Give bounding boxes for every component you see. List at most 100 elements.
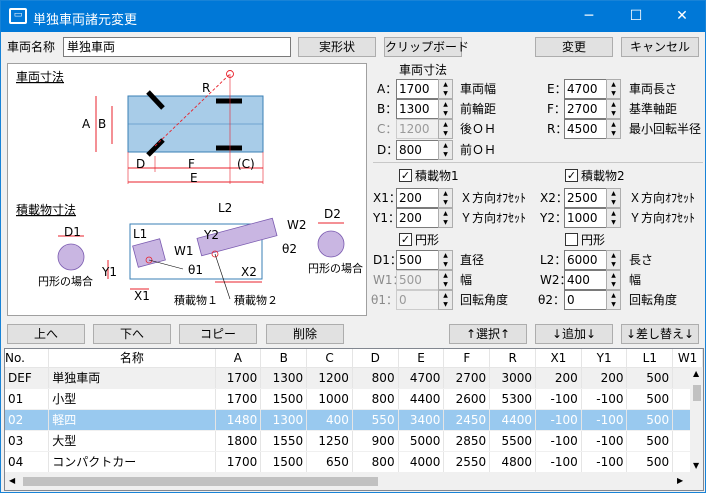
column-header[interactable]: L1 [626,349,674,368]
load1-y1-value[interactable]: 200 [396,208,440,228]
column-header[interactable]: R [489,349,537,368]
table-row[interactable]: DEF 単独車両 1700 1300 1200 800 4700 2700 3000 200 200… [5,367,703,389]
copy-button[interactable]: コピー [179,324,257,344]
hscroll-thumb[interactable] [23,477,378,486]
table-row[interactable]: 02 軽四 1480 1300 400 550 3400 2450 4400 -100 -100 50… [5,409,703,431]
table-cell: 400 [306,409,353,431]
load1-x1-spinner[interactable]: 200 ▲ ▼ [396,188,454,208]
spin-arrows-icon[interactable]: ▲ ▼ [606,270,621,290]
load2-circle-checkbox[interactable] [565,233,578,246]
spin-arrows-icon[interactable]: ▲ ▼ [438,250,453,270]
dim-r-spinner[interactable]: 4500 ▲ ▼ [564,119,622,139]
dim-d-value[interactable]: 800 [396,140,440,160]
table-row[interactable]: 04 コンパクトカー 1700 1500 650 800 4000 2550 4800 -100-… [5,451,703,473]
column-header[interactable]: X1 [535,349,582,368]
column-header[interactable]: F [443,349,491,368]
load2-y2-value[interactable]: 1000 [564,208,608,228]
table-cell: 03 [5,430,50,452]
close-button[interactable]: ✕ [659,1,705,32]
spin-arrows-icon[interactable]: ▲ ▼ [438,99,453,119]
load2-l2-label: 長さ [629,253,654,267]
table-body: DEF 単独車両 1700 1300 1200 800 4700 2700 3000 200 200… [5,367,703,473]
replace-button[interactable]: ↓差し替え↓ [621,324,699,344]
dim-d-spinner[interactable]: 800 ▲ ▼ [396,140,454,160]
load2-w2-spinner[interactable]: 400 ▲ ▼ [564,270,622,290]
dim-b-value[interactable]: 1300 [396,99,440,119]
spin-arrows-icon[interactable]: ▲ ▼ [606,208,621,228]
load2-l2-value[interactable]: 6000 [564,250,608,270]
load2-theta2-value[interactable]: 0 [564,290,608,310]
dim-b-spinner[interactable]: 1300 ▲ ▼ [396,99,454,119]
load1-d1-value[interactable]: 500 [396,250,440,270]
select-button[interactable]: ↑選択↑ [449,324,527,344]
spin-arrows-icon[interactable]: ▲ ▼ [438,208,453,228]
column-header[interactable]: No. [5,349,50,368]
cancel-button[interactable]: キャンセル [621,37,699,57]
scroll-left-icon[interactable]: ◀ [9,476,15,485]
column-header[interactable]: A [215,349,262,368]
diagram-label-y1: Y1 [101,265,117,279]
dim-r-value[interactable]: 4500 [564,119,608,139]
column-header[interactable]: E [398,349,445,368]
scroll-thumb[interactable] [693,385,701,401]
load1-checkbox[interactable]: ✓ [399,169,412,182]
change-button[interactable]: 変更 [535,37,613,57]
spin-arrows-icon[interactable]: ▲ ▼ [606,99,621,119]
scroll-right-icon[interactable]: ▶ [677,476,683,485]
scroll-up-icon[interactable]: ▲ [693,369,699,378]
add-button[interactable]: ↓追加↓ [535,324,613,344]
column-header[interactable]: 名称 [48,349,216,368]
delete-button[interactable]: 削除 [266,324,344,344]
load1-circle-checkbox[interactable]: ✓ [399,233,412,246]
column-header[interactable]: B [260,349,308,368]
spin-arrows-icon[interactable]: ▲ ▼ [606,290,621,310]
vertical-scrollbar[interactable]: ▲ ▼ [690,367,703,473]
spin-arrows-icon[interactable]: ▲ ▼ [606,79,621,99]
divider [373,162,703,163]
load2-x2-spinner[interactable]: 2500 ▲ ▼ [564,188,622,208]
dim-e-value[interactable]: 4700 [564,79,608,99]
vehicle-name-input[interactable]: 単独車両 [63,37,291,57]
table-row[interactable]: 03 大型 1800 1550 1250 900 5000 2850 5500 -100 -100 5… [5,430,703,452]
spin-arrows-icon: ▲ ▼ [438,119,453,139]
spin-arrows-icon[interactable]: ▲ ▼ [606,119,621,139]
load2-y2-spinner[interactable]: 1000 ▲ ▼ [564,208,622,228]
vehicle-table[interactable]: No. 名称 A B C D E F R X1 Y1 L1 W1 DEF 単独車両 1700 1300 1200… [4,348,704,491]
dim-a-value[interactable]: 1700 [396,79,440,99]
scroll-down-icon[interactable]: ▼ [693,461,699,470]
column-header[interactable]: D [352,349,399,368]
load1-x1-value[interactable]: 200 [396,188,440,208]
load2-x2-value[interactable]: 2500 [564,188,608,208]
move-down-button[interactable]: 下へ [93,324,171,344]
dim-f-value[interactable]: 2700 [564,99,608,119]
minimize-button[interactable]: ─ [566,1,612,32]
dim-a-spinner[interactable]: 1700 ▲ ▼ [396,79,454,99]
real-shape-button[interactable]: 実形状 [298,37,376,57]
diagram-label-x2: X2 [241,265,257,279]
column-header[interactable]: C [306,349,353,368]
spin-arrows-icon[interactable]: ▲ ▼ [438,188,453,208]
load1-d1-spinner[interactable]: 500 ▲ ▼ [396,250,454,270]
dim-f-spinner[interactable]: 2700 ▲ ▼ [564,99,622,119]
horizontal-scrollbar[interactable]: ◀ ▶ [5,473,703,490]
spin-arrows-icon[interactable]: ▲ ▼ [606,188,621,208]
move-up-button[interactable]: 上へ [7,324,85,344]
load2-w2-value[interactable]: 400 [564,270,608,290]
diagram-label-c: (C) [237,157,255,171]
maximize-button[interactable]: ☐ [613,1,659,32]
table-cell: DEF [5,367,50,389]
load2-theta2-spinner[interactable]: 0 ▲ ▼ [564,290,622,310]
load2-l2-spinner[interactable]: 6000 ▲ ▼ [564,250,622,270]
clipboard-button[interactable]: クリップボード [384,37,469,57]
table-cell: 4000 [398,451,445,473]
dim-e-spinner[interactable]: 4700 ▲ ▼ [564,79,622,99]
vehicle-name-label: 車両名称 [7,40,56,54]
spin-arrows-icon[interactable]: ▲ ▼ [438,79,453,99]
load1-y1-spinner[interactable]: 200 ▲ ▼ [396,208,454,228]
column-header[interactable]: Y1 [581,349,628,368]
column-header[interactable]: W1 [672,349,703,368]
load2-checkbox[interactable]: ✓ [565,169,578,182]
table-row[interactable]: 01 小型 1700 1500 1000 800 4400 2600 5300 -100 -100 5… [5,388,703,410]
spin-arrows-icon[interactable]: ▲ ▼ [606,250,621,270]
spin-arrows-icon[interactable]: ▲ ▼ [438,140,453,160]
